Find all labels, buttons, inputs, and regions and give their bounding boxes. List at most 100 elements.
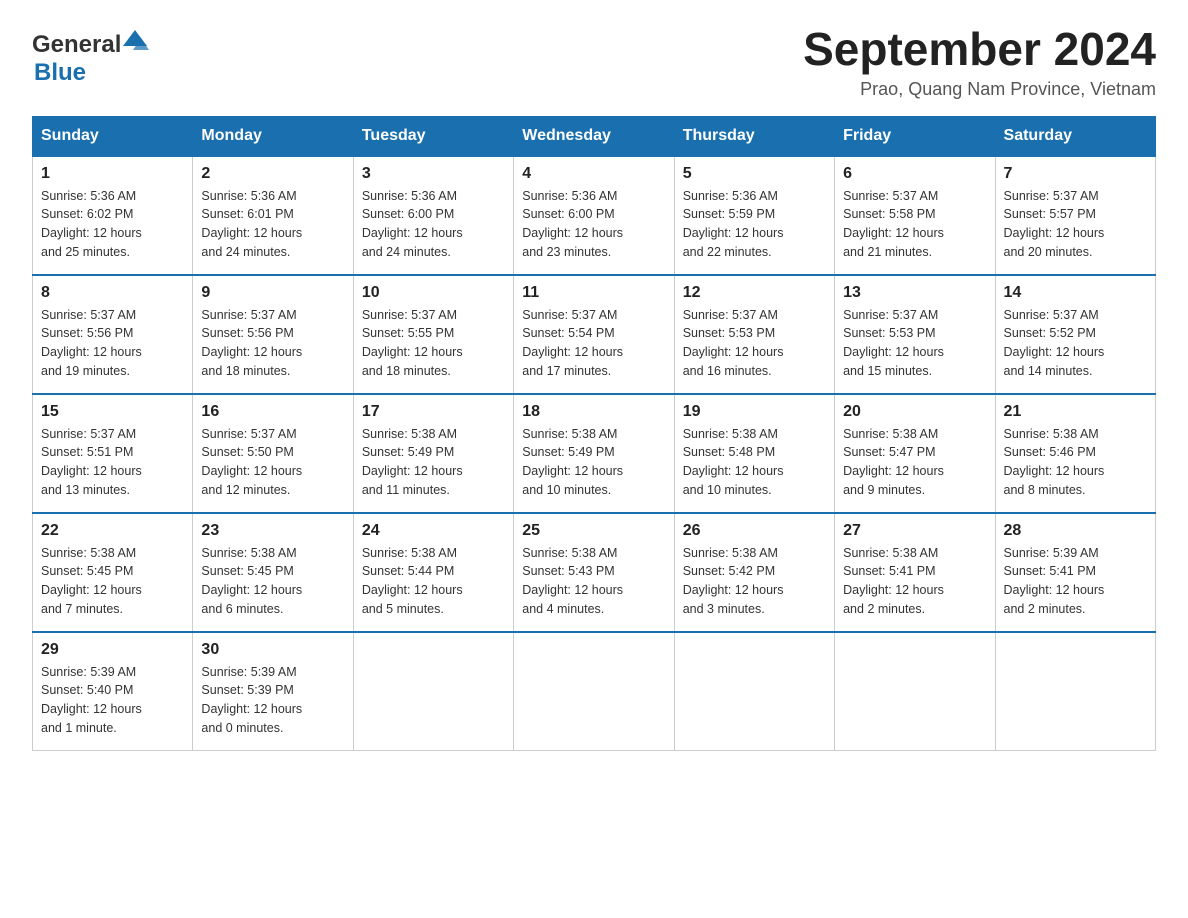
day-info: Sunrise: 5:37 AMSunset: 5:56 PMDaylight:… — [201, 306, 344, 381]
day-number: 4 — [522, 165, 665, 183]
day-number: 24 — [362, 522, 505, 540]
logo: General Blue — [32, 24, 149, 87]
title-area: September 2024 Prao, Quang Nam Province,… — [803, 24, 1156, 100]
day-info: Sunrise: 5:38 AMSunset: 5:44 PMDaylight:… — [362, 544, 505, 619]
calendar-cell: 5 Sunrise: 5:36 AMSunset: 5:59 PMDayligh… — [674, 156, 834, 275]
calendar-cell: 13 Sunrise: 5:37 AMSunset: 5:53 PMDaylig… — [835, 275, 995, 394]
calendar-cell: 28 Sunrise: 5:39 AMSunset: 5:41 PMDaylig… — [995, 513, 1155, 632]
calendar-cell: 12 Sunrise: 5:37 AMSunset: 5:53 PMDaylig… — [674, 275, 834, 394]
day-number: 25 — [522, 522, 665, 540]
calendar-cell: 27 Sunrise: 5:38 AMSunset: 5:41 PMDaylig… — [835, 513, 995, 632]
day-number: 6 — [843, 165, 986, 183]
day-info: Sunrise: 5:39 AMSunset: 5:40 PMDaylight:… — [41, 663, 184, 738]
calendar-cell — [514, 632, 674, 751]
day-info: Sunrise: 5:36 AMSunset: 6:01 PMDaylight:… — [201, 187, 344, 262]
day-number: 29 — [41, 641, 184, 659]
day-info: Sunrise: 5:38 AMSunset: 5:47 PMDaylight:… — [843, 425, 986, 500]
week-row-1: 1 Sunrise: 5:36 AMSunset: 6:02 PMDayligh… — [33, 156, 1156, 275]
col-header-wednesday: Wednesday — [514, 116, 674, 156]
logo-blue: Blue — [34, 59, 86, 86]
calendar-cell: 6 Sunrise: 5:37 AMSunset: 5:58 PMDayligh… — [835, 156, 995, 275]
day-number: 27 — [843, 522, 986, 540]
day-info: Sunrise: 5:38 AMSunset: 5:49 PMDaylight:… — [522, 425, 665, 500]
logo-text: General Blue — [32, 24, 149, 87]
calendar-cell — [353, 632, 513, 751]
day-info: Sunrise: 5:36 AMSunset: 6:00 PMDaylight:… — [362, 187, 505, 262]
day-info: Sunrise: 5:38 AMSunset: 5:46 PMDaylight:… — [1004, 425, 1147, 500]
day-info: Sunrise: 5:37 AMSunset: 5:53 PMDaylight:… — [843, 306, 986, 381]
page-header: General Blue September 2024 Prao, Quang … — [32, 24, 1156, 100]
day-info: Sunrise: 5:38 AMSunset: 5:49 PMDaylight:… — [362, 425, 505, 500]
calendar-cell: 7 Sunrise: 5:37 AMSunset: 5:57 PMDayligh… — [995, 156, 1155, 275]
day-number: 22 — [41, 522, 184, 540]
day-info: Sunrise: 5:39 AMSunset: 5:41 PMDaylight:… — [1004, 544, 1147, 619]
calendar-cell: 15 Sunrise: 5:37 AMSunset: 5:51 PMDaylig… — [33, 394, 193, 513]
day-number: 7 — [1004, 165, 1147, 183]
day-number: 16 — [201, 403, 344, 421]
calendar-table: SundayMondayTuesdayWednesdayThursdayFrid… — [32, 116, 1156, 751]
day-info: Sunrise: 5:37 AMSunset: 5:53 PMDaylight:… — [683, 306, 826, 381]
col-header-sunday: Sunday — [33, 116, 193, 156]
day-number: 26 — [683, 522, 826, 540]
week-row-2: 8 Sunrise: 5:37 AMSunset: 5:56 PMDayligh… — [33, 275, 1156, 394]
calendar-cell: 14 Sunrise: 5:37 AMSunset: 5:52 PMDaylig… — [995, 275, 1155, 394]
logo-general: General — [32, 31, 121, 58]
calendar-cell — [674, 632, 834, 751]
day-number: 11 — [522, 284, 665, 302]
calendar-cell — [995, 632, 1155, 751]
logo-icon — [121, 26, 149, 54]
day-info: Sunrise: 5:38 AMSunset: 5:45 PMDaylight:… — [41, 544, 184, 619]
day-info: Sunrise: 5:36 AMSunset: 6:00 PMDaylight:… — [522, 187, 665, 262]
col-header-monday: Monday — [193, 116, 353, 156]
col-header-thursday: Thursday — [674, 116, 834, 156]
day-number: 13 — [843, 284, 986, 302]
calendar-cell: 23 Sunrise: 5:38 AMSunset: 5:45 PMDaylig… — [193, 513, 353, 632]
day-info: Sunrise: 5:37 AMSunset: 5:58 PMDaylight:… — [843, 187, 986, 262]
day-info: Sunrise: 5:38 AMSunset: 5:41 PMDaylight:… — [843, 544, 986, 619]
day-number: 19 — [683, 403, 826, 421]
week-row-3: 15 Sunrise: 5:37 AMSunset: 5:51 PMDaylig… — [33, 394, 1156, 513]
calendar-cell: 9 Sunrise: 5:37 AMSunset: 5:56 PMDayligh… — [193, 275, 353, 394]
header-row: SundayMondayTuesdayWednesdayThursdayFrid… — [33, 116, 1156, 156]
day-number: 12 — [683, 284, 826, 302]
calendar-cell: 2 Sunrise: 5:36 AMSunset: 6:01 PMDayligh… — [193, 156, 353, 275]
col-header-friday: Friday — [835, 116, 995, 156]
col-header-tuesday: Tuesday — [353, 116, 513, 156]
calendar-cell: 17 Sunrise: 5:38 AMSunset: 5:49 PMDaylig… — [353, 394, 513, 513]
calendar-cell: 11 Sunrise: 5:37 AMSunset: 5:54 PMDaylig… — [514, 275, 674, 394]
week-row-4: 22 Sunrise: 5:38 AMSunset: 5:45 PMDaylig… — [33, 513, 1156, 632]
day-number: 17 — [362, 403, 505, 421]
day-number: 18 — [522, 403, 665, 421]
day-number: 28 — [1004, 522, 1147, 540]
day-info: Sunrise: 5:37 AMSunset: 5:52 PMDaylight:… — [1004, 306, 1147, 381]
day-info: Sunrise: 5:39 AMSunset: 5:39 PMDaylight:… — [201, 663, 344, 738]
day-info: Sunrise: 5:37 AMSunset: 5:57 PMDaylight:… — [1004, 187, 1147, 262]
day-number: 30 — [201, 641, 344, 659]
day-number: 14 — [1004, 284, 1147, 302]
calendar-cell: 1 Sunrise: 5:36 AMSunset: 6:02 PMDayligh… — [33, 156, 193, 275]
calendar-title: September 2024 — [803, 24, 1156, 75]
calendar-cell: 30 Sunrise: 5:39 AMSunset: 5:39 PMDaylig… — [193, 632, 353, 751]
calendar-cell: 21 Sunrise: 5:38 AMSunset: 5:46 PMDaylig… — [995, 394, 1155, 513]
calendar-subtitle: Prao, Quang Nam Province, Vietnam — [803, 79, 1156, 100]
calendar-cell: 4 Sunrise: 5:36 AMSunset: 6:00 PMDayligh… — [514, 156, 674, 275]
calendar-cell: 26 Sunrise: 5:38 AMSunset: 5:42 PMDaylig… — [674, 513, 834, 632]
calendar-cell: 22 Sunrise: 5:38 AMSunset: 5:45 PMDaylig… — [33, 513, 193, 632]
day-number: 23 — [201, 522, 344, 540]
calendar-cell — [835, 632, 995, 751]
day-info: Sunrise: 5:37 AMSunset: 5:54 PMDaylight:… — [522, 306, 665, 381]
day-info: Sunrise: 5:37 AMSunset: 5:50 PMDaylight:… — [201, 425, 344, 500]
day-number: 1 — [41, 165, 184, 183]
calendar-cell: 3 Sunrise: 5:36 AMSunset: 6:00 PMDayligh… — [353, 156, 513, 275]
day-number: 15 — [41, 403, 184, 421]
day-number: 9 — [201, 284, 344, 302]
day-info: Sunrise: 5:38 AMSunset: 5:45 PMDaylight:… — [201, 544, 344, 619]
day-info: Sunrise: 5:38 AMSunset: 5:42 PMDaylight:… — [683, 544, 826, 619]
calendar-cell: 29 Sunrise: 5:39 AMSunset: 5:40 PMDaylig… — [33, 632, 193, 751]
day-info: Sunrise: 5:38 AMSunset: 5:43 PMDaylight:… — [522, 544, 665, 619]
day-number: 21 — [1004, 403, 1147, 421]
week-row-5: 29 Sunrise: 5:39 AMSunset: 5:40 PMDaylig… — [33, 632, 1156, 751]
calendar-cell: 16 Sunrise: 5:37 AMSunset: 5:50 PMDaylig… — [193, 394, 353, 513]
calendar-cell: 10 Sunrise: 5:37 AMSunset: 5:55 PMDaylig… — [353, 275, 513, 394]
calendar-cell: 8 Sunrise: 5:37 AMSunset: 5:56 PMDayligh… — [33, 275, 193, 394]
